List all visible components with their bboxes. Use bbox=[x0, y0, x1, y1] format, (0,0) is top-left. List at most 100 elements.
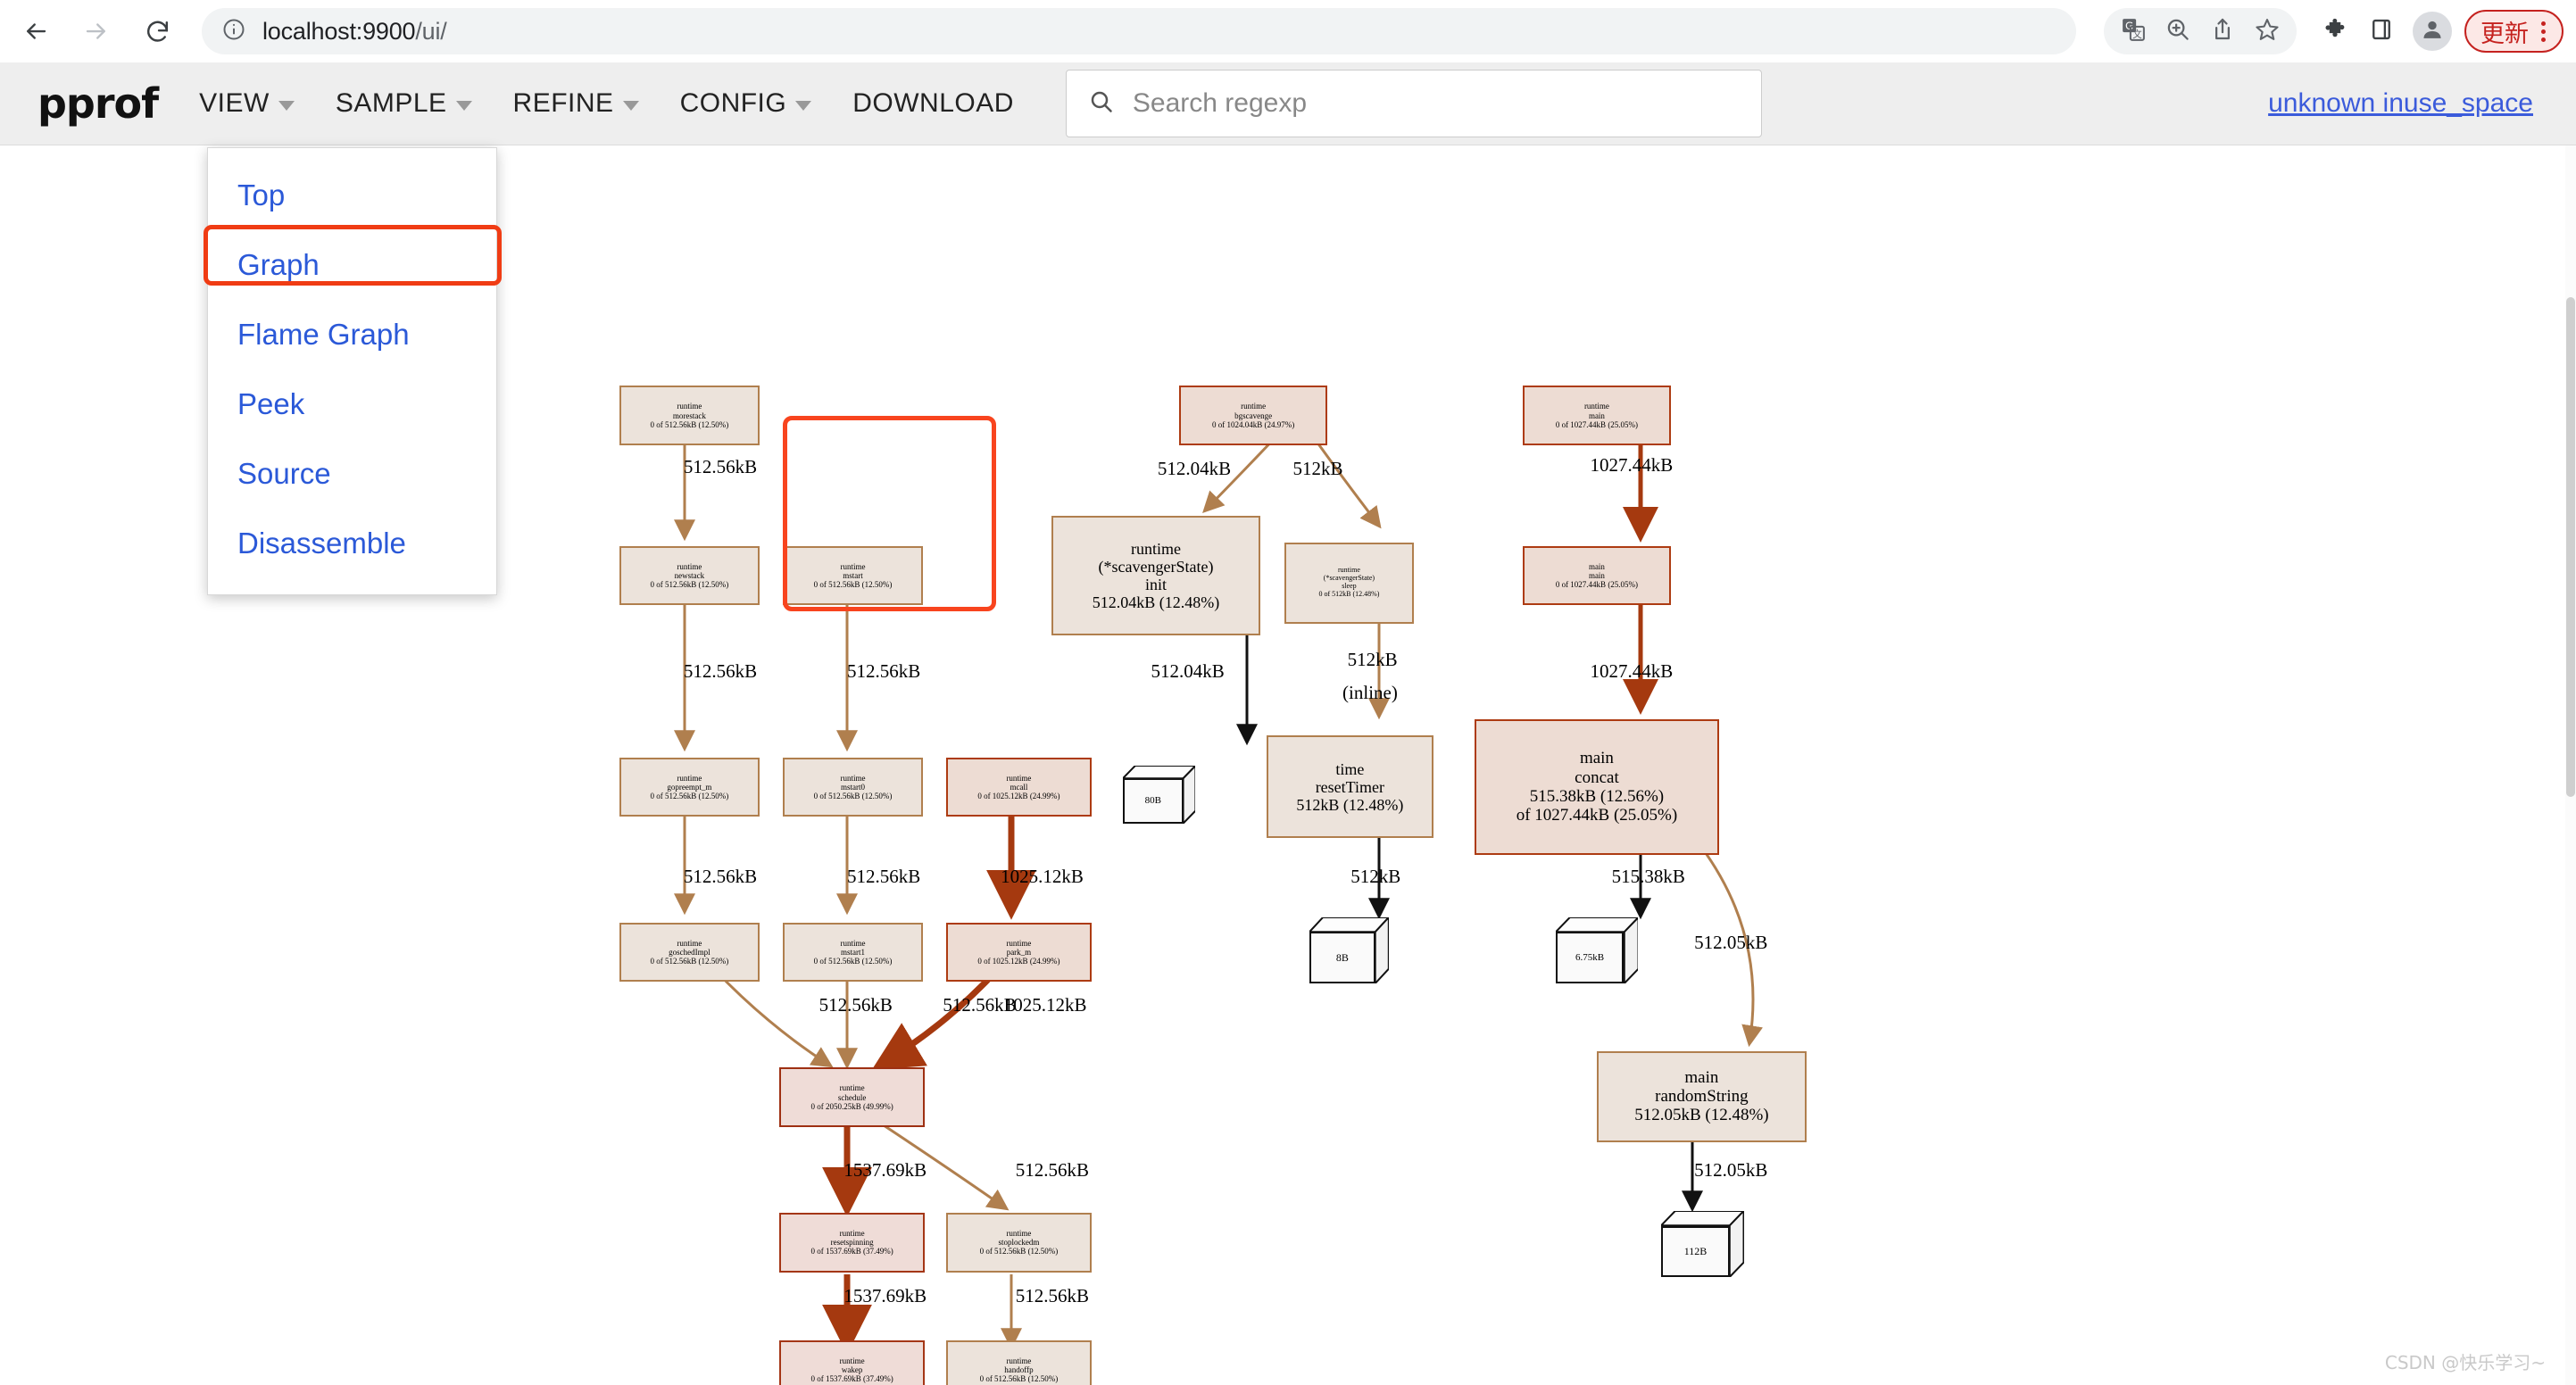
graph-node-mstart1[interactable]: runtime mstart1 0 of 512.56kB (12.50%) bbox=[782, 922, 924, 983]
graph-node-line: 0 of 1027.44kB (25.05%) bbox=[1555, 419, 1639, 429]
menu-view[interactable]: VIEW bbox=[199, 88, 295, 119]
graph-node-line: 0 of 1024.04kB (24.97%) bbox=[1212, 419, 1295, 429]
graph-node-morestack[interactable]: runtime morestack 0 of 512.56kB (12.50%) bbox=[619, 386, 760, 445]
graph-node-randomstring[interactable]: main randomString 512.05kB (12.48%) bbox=[1596, 1050, 1807, 1142]
graph-leaf-label: 80B bbox=[1123, 777, 1184, 824]
graph-node-resetspinning[interactable]: runtime resetspinning 0 of 1537.69kB (37.4… bbox=[779, 1213, 925, 1273]
menu-config[interactable]: CONFIG bbox=[680, 88, 812, 119]
address-bar[interactable]: localhost:9900/ui/ bbox=[202, 8, 2076, 54]
graph-leaf-leaf80b[interactable]: 80B bbox=[1123, 765, 1196, 824]
page-scrollbar-thumb[interactable] bbox=[2566, 297, 2575, 797]
graph-node-line: 0 of 512.56kB (12.50%) bbox=[979, 1247, 1059, 1256]
search-input[interactable] bbox=[1130, 87, 1684, 120]
star-icon bbox=[2254, 16, 2281, 47]
graph-edge-label: 512.56kB bbox=[1015, 1284, 1090, 1306]
update-button[interactable]: 更新 bbox=[2464, 10, 2564, 53]
graph-edge-label: 512kB bbox=[1347, 649, 1398, 671]
avatar-icon bbox=[2420, 17, 2445, 46]
graph-node-mstart[interactable]: runtime mstart 0 of 512.56kB (12.50%) bbox=[782, 545, 924, 606]
graph-edge-label: 1025.12kB bbox=[1003, 993, 1087, 1016]
graph-edge-label: 515.38kB bbox=[1611, 865, 1685, 887]
graph-node-schedule[interactable]: runtime schedule 0 of 2050.25kB (49.99%) bbox=[779, 1067, 925, 1127]
graph-node-line: runtime bbox=[1130, 539, 1181, 558]
graph-node-scavsleep[interactable]: runtime (*scavengerState) sleep 0 of 512kB … bbox=[1284, 543, 1414, 624]
graph-node-newstack[interactable]: runtime newstack 0 of 512.56kB (12.50%) bbox=[619, 545, 760, 606]
reload-button[interactable] bbox=[132, 6, 182, 56]
graph-node-stoplockedm[interactable]: runtime stoplockedm 0 of 512.56kB (12.50%) bbox=[946, 1213, 1092, 1273]
graph-node-line: mcall bbox=[1010, 782, 1028, 792]
graph-leaf-leaf675[interactable]: 6.75kB bbox=[1555, 916, 1639, 983]
kebab-menu-icon[interactable] bbox=[2534, 21, 2553, 42]
graph-node-bgscavenge[interactable]: runtime bgscavenge 0 of 1024.04kB (24.97%) bbox=[1178, 386, 1328, 445]
bookmark-button[interactable] bbox=[2245, 9, 2289, 54]
graph-node-park_m[interactable]: runtime park_m 0 of 1025.12kB (24.99%) bbox=[946, 922, 1092, 983]
graph-node-line: runtime bbox=[1006, 938, 1032, 948]
menu-sample[interactable]: SAMPLE bbox=[336, 88, 472, 119]
graph-node-line: 0 of 2050.25kB (49.99%) bbox=[810, 1101, 893, 1111]
view-menu-item-flame-graph[interactable]: Flame Graph bbox=[208, 300, 496, 369]
graph-node-line: mstart bbox=[843, 570, 863, 580]
graph-node-line: 0 of 512kB (12.48%) bbox=[1318, 590, 1380, 599]
view-menu-item-peek[interactable]: Peek bbox=[208, 369, 496, 439]
translate-icon: G文 bbox=[2120, 16, 2147, 47]
graph-node-goschedImpl[interactable]: runtime goschedImpl 0 of 512.56kB (12.50%) bbox=[619, 922, 760, 983]
view-menu-item-graph[interactable]: Graph bbox=[208, 230, 496, 300]
graph-node-concat[interactable]: main concat 515.38kB (12.56%) of 1027.44kB … bbox=[1475, 718, 1719, 855]
graph-edge-label: 1027.44kB bbox=[1590, 453, 1674, 476]
graph-leaf-label: 8B bbox=[1309, 932, 1375, 983]
view-menu-item-disassemble[interactable]: Disassemble bbox=[208, 509, 496, 578]
menu-refine[interactable]: REFINE bbox=[513, 88, 639, 119]
graph-node-wakep[interactable]: runtime wakep 0 of 1537.69kB (37.49%) bbox=[779, 1339, 925, 1385]
graph-node-mainmain[interactable]: main main 0 of 1027.44kB (25.05%) bbox=[1522, 545, 1672, 606]
profile-title-link[interactable]: unknown inuse_space bbox=[2268, 88, 2533, 119]
graph-node-line: main bbox=[1684, 1067, 1719, 1087]
watermark: CSDN @快乐学习~ bbox=[2384, 1352, 2546, 1373]
graph-node-mcall[interactable]: runtime mcall 0 of 1025.12kB (24.99%) bbox=[946, 757, 1092, 817]
graph-node-line: 0 of 1027.44kB (25.05%) bbox=[1555, 580, 1639, 590]
graph-leaf-leaf8b[interactable]: 8B bbox=[1309, 916, 1389, 983]
graph-node-line: wakep bbox=[841, 1364, 863, 1374]
graph-node-runtimemain[interactable]: runtime main 0 of 1027.44kB (25.05%) bbox=[1522, 386, 1672, 445]
back-button[interactable] bbox=[11, 6, 61, 56]
profile-button[interactable] bbox=[2413, 12, 2452, 51]
page-scrollbar-track[interactable] bbox=[2565, 145, 2576, 1385]
view-menu-item-top[interactable]: Top bbox=[208, 161, 496, 230]
graph-node-line: time bbox=[1335, 759, 1365, 778]
graph-node-line: 0 of 512.56kB (12.50%) bbox=[979, 1373, 1059, 1383]
puzzle-piece-icon bbox=[2320, 16, 2347, 47]
graph-node-line: runtime bbox=[840, 938, 866, 948]
graph-leaf-leaf112b[interactable]: 112B bbox=[1661, 1211, 1744, 1278]
graph-node-line: runtime bbox=[1006, 773, 1032, 783]
graph-node-resettimer[interactable]: time resetTimer 512kB (12.48%) bbox=[1266, 735, 1433, 839]
graph-node-handoffp[interactable]: runtime handoffp 0 of 512.56kB (12.50%) bbox=[946, 1339, 1092, 1385]
extensions-button[interactable] bbox=[2309, 9, 2357, 54]
graph-node-line: randomString bbox=[1655, 1087, 1749, 1107]
info-circle-icon[interactable] bbox=[221, 17, 246, 46]
graph-node-mstart0[interactable]: runtime mstart0 0 of 512.56kB (12.50%) bbox=[782, 757, 924, 817]
graph-node-line: 0 of 512.56kB (12.50%) bbox=[813, 956, 893, 966]
graph-node-line: 0 of 1025.12kB (24.99%) bbox=[977, 791, 1060, 800]
menu-download[interactable]: DOWNLOAD bbox=[852, 88, 1014, 119]
address-bar-url: localhost:9900/ui/ bbox=[262, 17, 447, 45]
menu-view-label: VIEW bbox=[199, 88, 270, 118]
forward-button[interactable] bbox=[71, 6, 121, 56]
zoom-button[interactable] bbox=[2156, 9, 2200, 54]
graph-edge-label: 512.56kB bbox=[683, 660, 758, 683]
graph-node-line: of 1027.44kB (25.05%) bbox=[1516, 806, 1678, 825]
graph-edge-label: 1537.69kB bbox=[843, 1284, 927, 1306]
graph-node-scavinit[interactable]: runtime (*scavengerState) init 512.04kB (12… bbox=[1051, 516, 1260, 635]
graph-node-line: 0 of 512.56kB (12.50%) bbox=[813, 580, 893, 590]
graph-edge-label: 512.05kB bbox=[1694, 931, 1768, 953]
search-box[interactable] bbox=[1065, 70, 1762, 137]
translate-button[interactable]: G文 bbox=[2111, 9, 2156, 54]
graph-edge-label: 1027.44kB bbox=[1590, 660, 1674, 683]
graph-node-line: newstack bbox=[674, 570, 705, 580]
share-button[interactable] bbox=[2200, 9, 2245, 54]
side-panel-button[interactable] bbox=[2357, 9, 2406, 54]
chevron-down-icon bbox=[455, 101, 472, 111]
view-menu-item-source[interactable]: Source bbox=[208, 439, 496, 509]
graph-node-line: main bbox=[1588, 561, 1605, 571]
graph-node-line: morestack bbox=[672, 411, 706, 420]
graph-node-gopreempt_m[interactable]: runtime gopreempt_m 0 of 512.56kB (12.50%) bbox=[619, 757, 760, 817]
view-dropdown-menu[interactable]: Top Graph Flame Graph Peek Source Disass… bbox=[207, 147, 497, 595]
